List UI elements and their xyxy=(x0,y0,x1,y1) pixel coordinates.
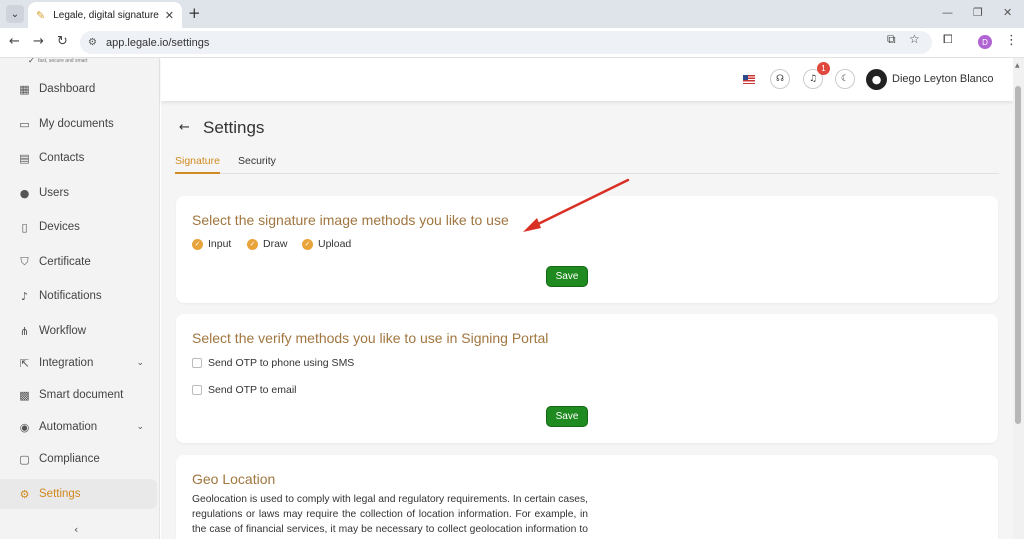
external-link-icon: ⇱ xyxy=(19,356,30,370)
site-info-icon[interactable]: ⚙ xyxy=(88,37,97,48)
logo-icon: ✓ xyxy=(28,56,35,65)
dashboard-icon: ▦ xyxy=(19,82,30,96)
close-window-icon[interactable]: ✕ xyxy=(1003,6,1012,19)
tab-signature[interactable]: Signature xyxy=(175,155,220,174)
option-upload[interactable]: ✓ Upload xyxy=(302,238,351,250)
headset-support-icon[interactable]: ☊ xyxy=(770,69,790,89)
collapse-sidebar-icon[interactable]: ‹ xyxy=(74,523,78,536)
signature-methods-card: Select the signature image methods you l… xyxy=(176,196,998,303)
checkbox-unchecked[interactable] xyxy=(192,385,202,395)
sidebar-item-automation[interactable]: ◉ Automation ⌄ xyxy=(0,412,158,442)
top-header: ☊ ♫ 1 ☾ ● Diego Leyton Blanco xyxy=(161,58,1013,101)
legale-favicon-icon: ✎ xyxy=(36,8,46,22)
bell-icon: ♪ xyxy=(20,289,29,303)
forward-icon[interactable]: → xyxy=(33,34,44,49)
restore-icon[interactable]: ❐ xyxy=(973,6,983,19)
sidebar-item-certificate[interactable]: ⛉ Certificate xyxy=(0,247,158,277)
extensions-icon[interactable]: ⧠ xyxy=(943,32,953,47)
sidebar: ✓ fast, secure and smart ▦ Dashboard ▭ M… xyxy=(0,56,160,539)
grid-icon: ▩ xyxy=(19,388,30,402)
option-otp-email[interactable]: Send OTP to email xyxy=(192,384,297,396)
automation-icon: ◉ xyxy=(19,420,30,434)
tab-title: Legale, digital signature xyxy=(53,9,159,21)
tab-search-button[interactable]: ⌄ xyxy=(6,5,24,23)
sidebar-item-dashboard[interactable]: ▦ Dashboard xyxy=(0,74,158,104)
checkbox-checked-icon[interactable]: ✓ xyxy=(192,238,203,250)
sidebar-item-devices[interactable]: ▯ Devices xyxy=(0,212,158,242)
checkbox-unchecked[interactable] xyxy=(192,358,202,368)
shield-icon: ⛉ xyxy=(20,255,29,268)
profile-avatar[interactable]: D xyxy=(978,35,992,49)
chat-icon: ▢ xyxy=(19,452,30,466)
tab-close-icon[interactable]: ✕ xyxy=(165,9,174,22)
sidebar-item-notifications[interactable]: ♪ Notifications xyxy=(0,281,158,311)
chevron-down-icon: ⌄ xyxy=(136,422,144,432)
chevron-down-icon: ⌄ xyxy=(136,358,144,368)
sidebar-item-compliance[interactable]: ▢ Compliance xyxy=(0,444,158,474)
verify-card-title: Select the verify methods you like to us… xyxy=(192,330,549,346)
geo-description: Geolocation is used to comply with legal… xyxy=(192,494,588,535)
address-bar[interactable]: ⚙ app.legale.io/settings xyxy=(80,31,932,54)
browser-toolbar: ← → ↻ ⚙ app.legale.io/settings ⧉ ☆ ⧠ D ⋮ xyxy=(0,28,1024,58)
logo-tagline: fast, secure and smart xyxy=(38,58,88,64)
settings-tabs: Signature Security xyxy=(175,154,999,174)
workflow-icon: ⋔ xyxy=(19,324,30,338)
scroll-thumb[interactable] xyxy=(1015,86,1021,424)
sidebar-item-users[interactable]: ● Users xyxy=(0,178,158,208)
geo-location-card: Geo Location Geolocation is used to comp… xyxy=(176,455,998,539)
url-text: app.legale.io/settings xyxy=(105,36,210,49)
main-content: ☊ ♫ 1 ☾ ● Diego Leyton Blanco ← Settings… xyxy=(161,58,1013,539)
minimize-icon[interactable]: — xyxy=(942,6,953,19)
tab-security[interactable]: Security xyxy=(238,155,276,174)
checkbox-checked-icon[interactable]: ✓ xyxy=(302,238,313,250)
checkbox-checked-icon[interactable]: ✓ xyxy=(247,238,258,250)
sidebar-item-smart-document[interactable]: ▩ Smart document xyxy=(0,380,158,410)
sidebar-item-workflow[interactable]: ⋔ Workflow xyxy=(0,316,158,346)
scroll-up-icon[interactable]: ▲ xyxy=(1015,62,1020,69)
page-title: Settings xyxy=(203,118,265,137)
signature-card-title: Select the signature image methods you l… xyxy=(192,212,509,228)
reload-icon[interactable]: ↻ xyxy=(57,34,68,49)
device-icon: ▯ xyxy=(21,220,28,234)
save-signature-button[interactable]: Save xyxy=(546,266,588,287)
browser-tab[interactable]: ✎ Legale, digital signature ✕ xyxy=(28,2,182,28)
back-icon[interactable]: ← xyxy=(9,34,20,49)
browser-tabstrip: ⌄ ✎ Legale, digital signature ✕ + — ❐ ✕ xyxy=(0,0,1024,28)
option-draw[interactable]: ✓ Draw xyxy=(247,238,288,250)
folder-icon: ▭ xyxy=(19,117,30,131)
back-arrow-icon[interactable]: ← xyxy=(179,120,190,135)
sidebar-item-contacts[interactable]: ▤ Contacts xyxy=(0,143,158,173)
sidebar-item-my-documents[interactable]: ▭ My documents xyxy=(0,109,158,139)
geo-card-title: Geo Location xyxy=(192,471,276,487)
us-flag-icon[interactable] xyxy=(743,75,755,84)
install-app-icon[interactable]: ⧉ xyxy=(887,32,896,47)
save-verify-button[interactable]: Save xyxy=(546,406,588,427)
page-scrollbar[interactable]: ▲ xyxy=(1013,58,1024,539)
new-tab-button[interactable]: + xyxy=(188,4,201,22)
theme-toggle-icon[interactable]: ☾ xyxy=(835,69,855,89)
verify-methods-card: Select the verify methods you like to us… xyxy=(176,314,998,443)
gear-icon: ⚙ xyxy=(19,487,30,501)
browser-menu-icon[interactable]: ⋮ xyxy=(1005,33,1018,48)
option-otp-sms[interactable]: Send OTP to phone using SMS xyxy=(192,357,354,369)
user-icon: ● xyxy=(19,186,30,200)
sidebar-item-integration[interactable]: ⇱ Integration ⌄ xyxy=(0,348,158,378)
contacts-icon: ▤ xyxy=(19,151,30,165)
user-avatar-icon[interactable]: ● xyxy=(866,69,887,90)
bookmark-star-icon[interactable]: ☆ xyxy=(909,32,920,46)
sidebar-item-settings[interactable]: ⚙ Settings xyxy=(0,479,157,509)
option-input[interactable]: ✓ Input xyxy=(192,238,231,250)
user-name[interactable]: Diego Leyton Blanco xyxy=(892,73,994,85)
notification-badge: 1 xyxy=(817,62,830,75)
